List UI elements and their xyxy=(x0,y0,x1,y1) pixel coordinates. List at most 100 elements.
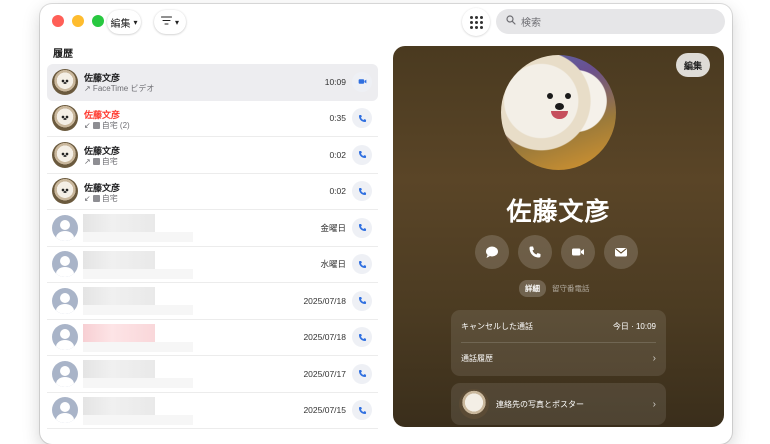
avatar xyxy=(52,178,78,205)
call-row[interactable]: 2025/07/18 xyxy=(47,283,378,320)
edit-menu-label: 編集 xyxy=(110,18,131,30)
cancelled-call-label: キャンセルした通話 xyxy=(461,321,533,331)
avatar xyxy=(52,68,78,95)
phone-icon xyxy=(358,406,366,414)
call-button[interactable] xyxy=(518,235,552,269)
call-row[interactable]: 佐藤文彦 ↗ FaceTime ビデオ 10:09 xyxy=(47,64,378,101)
call-time: 2025/07/18 xyxy=(303,332,346,343)
redacted-detail xyxy=(83,341,193,352)
contact-card-icon xyxy=(92,158,100,165)
redacted-detail xyxy=(83,378,193,388)
call-row[interactable]: 2025/07/15 xyxy=(47,393,378,429)
phone-icon xyxy=(358,151,366,159)
phone-callback-button[interactable] xyxy=(352,217,372,238)
redacted-name xyxy=(83,214,155,232)
mail-button[interactable] xyxy=(604,235,638,269)
avatar xyxy=(52,287,78,314)
tab-voicemail[interactable]: 留守番電話 xyxy=(550,280,592,297)
call-time: 金曜日 xyxy=(320,222,346,233)
call-detail: ↗ FaceTime ビデオ xyxy=(84,83,154,94)
call-time: 0:02 xyxy=(329,149,346,160)
call-direction-icon: ↙ xyxy=(84,120,91,130)
phone-icon xyxy=(358,187,366,195)
photo-poster-label: 連絡先の写真とポスター xyxy=(496,399,584,409)
photo-poster-row[interactable]: 連絡先の写真とポスター › xyxy=(451,383,666,425)
call-history-label: 通話履歴 xyxy=(461,354,493,363)
contact-name: 佐藤文彦 xyxy=(506,198,611,226)
phone-callback-button[interactable] xyxy=(352,144,372,165)
chevron-down-icon: ▾ xyxy=(133,17,138,27)
call-info-card: キャンセルした通話 今日 · 10:09 通話履歴 › xyxy=(451,310,666,376)
phone-callback-button[interactable] xyxy=(352,254,372,275)
zoom-window-button[interactable] xyxy=(92,15,104,27)
phone-callback-button[interactable] xyxy=(352,400,372,421)
call-history-list: 佐藤文彦 ↗ FaceTime ビデオ 10:09 佐藤文彦 ↙ 自宅 (2) 0:35 佐藤… xyxy=(47,64,378,429)
avatar xyxy=(52,397,78,424)
phone-callback-button[interactable] xyxy=(352,290,372,311)
phone-icon xyxy=(358,224,366,232)
contact-detail-panel: 編集 佐藤文彦 詳細 留守番電話 キャンセルした通話 今日 · 10:09 通話… xyxy=(393,46,724,427)
chevron-right-icon: › xyxy=(652,398,656,410)
avatar xyxy=(52,214,78,241)
keypad-button[interactable] xyxy=(462,8,490,36)
call-time: 0:02 xyxy=(329,186,346,197)
call-direction-icon: ↗ xyxy=(84,157,91,166)
phone-callback-button[interactable] xyxy=(352,327,372,348)
tab-details[interactable]: 詳細 xyxy=(519,280,546,297)
call-row[interactable]: 2025/07/18 xyxy=(47,320,378,356)
call-time: 水曜日 xyxy=(320,259,346,270)
redacted-detail xyxy=(83,268,193,279)
redacted-detail xyxy=(83,232,193,242)
chevron-right-icon: › xyxy=(652,353,656,364)
minimize-window-button[interactable] xyxy=(72,15,84,27)
call-row[interactable]: 金曜日 xyxy=(47,210,378,247)
phone-icon xyxy=(358,370,366,378)
filter-icon xyxy=(160,16,173,28)
close-window-button[interactable] xyxy=(52,15,64,27)
call-detail-text: 自宅 xyxy=(101,193,118,203)
call-row[interactable]: 水曜日 xyxy=(47,247,378,283)
history-section-title: 履歴 xyxy=(53,49,73,60)
phone-callback-button[interactable] xyxy=(352,363,372,384)
phone-app-window: 編集 ▾ ▾ 検索 履歴 佐藤文彦 ↗ FaceTime ビデオ 10:09 佐藤文彦… xyxy=(40,4,732,444)
video-callback-button[interactable] xyxy=(352,71,372,92)
filter-menu-button[interactable]: ▾ xyxy=(154,10,186,34)
edit-contact-button[interactable]: 編集 xyxy=(676,53,710,77)
call-row[interactable]: 2025/07/17 xyxy=(47,356,378,393)
phone-icon xyxy=(358,114,366,122)
call-time: 10:09 xyxy=(324,76,346,87)
phone-callback-button[interactable] xyxy=(352,181,372,202)
call-direction-icon: ↙ xyxy=(84,193,91,203)
message-icon xyxy=(486,246,498,258)
search-placeholder: 検索 xyxy=(521,18,541,29)
call-detail-text: 自宅 (2) xyxy=(101,120,130,130)
call-row[interactable]: 佐藤文彦 ↗ 自宅 0:02 xyxy=(47,137,378,174)
redacted-name xyxy=(83,250,155,269)
phone-icon xyxy=(529,246,541,258)
redacted-detail xyxy=(83,414,193,425)
phone-callback-button[interactable] xyxy=(352,108,372,129)
search-field[interactable]: 検索 xyxy=(496,9,725,34)
call-detail: ↗ 自宅 xyxy=(84,156,118,167)
chevron-down-icon: ▾ xyxy=(174,17,179,27)
phone-icon xyxy=(358,333,366,341)
avatar xyxy=(52,105,78,132)
contact-card-icon xyxy=(92,121,100,129)
contact-card-icon xyxy=(92,194,100,202)
redacted-name xyxy=(83,360,155,378)
edit-menu-button[interactable]: 編集 ▾ xyxy=(107,10,141,34)
message-button[interactable] xyxy=(475,235,509,269)
avatar xyxy=(52,251,78,278)
call-detail: ↙ 自宅 (2) xyxy=(84,120,130,131)
contact-actions xyxy=(475,235,638,269)
video-call-button[interactable] xyxy=(561,235,595,269)
call-row[interactable]: 佐藤文彦 ↙ 自宅 (2) 0:35 xyxy=(47,101,378,137)
cancelled-call-time: 今日 · 10:09 xyxy=(612,321,656,331)
cancelled-call-row: キャンセルした通話 今日 · 10:09 xyxy=(451,310,666,342)
contact-thumbnail xyxy=(459,389,489,419)
call-detail-text: ↗ FaceTime ビデオ xyxy=(84,84,155,93)
call-row[interactable]: 佐藤文彦 ↙ 自宅 0:02 xyxy=(47,174,378,210)
mail-icon xyxy=(615,248,627,257)
call-time: 2025/07/15 xyxy=(303,405,346,416)
call-history-row[interactable]: 通話履歴 › xyxy=(461,342,656,374)
